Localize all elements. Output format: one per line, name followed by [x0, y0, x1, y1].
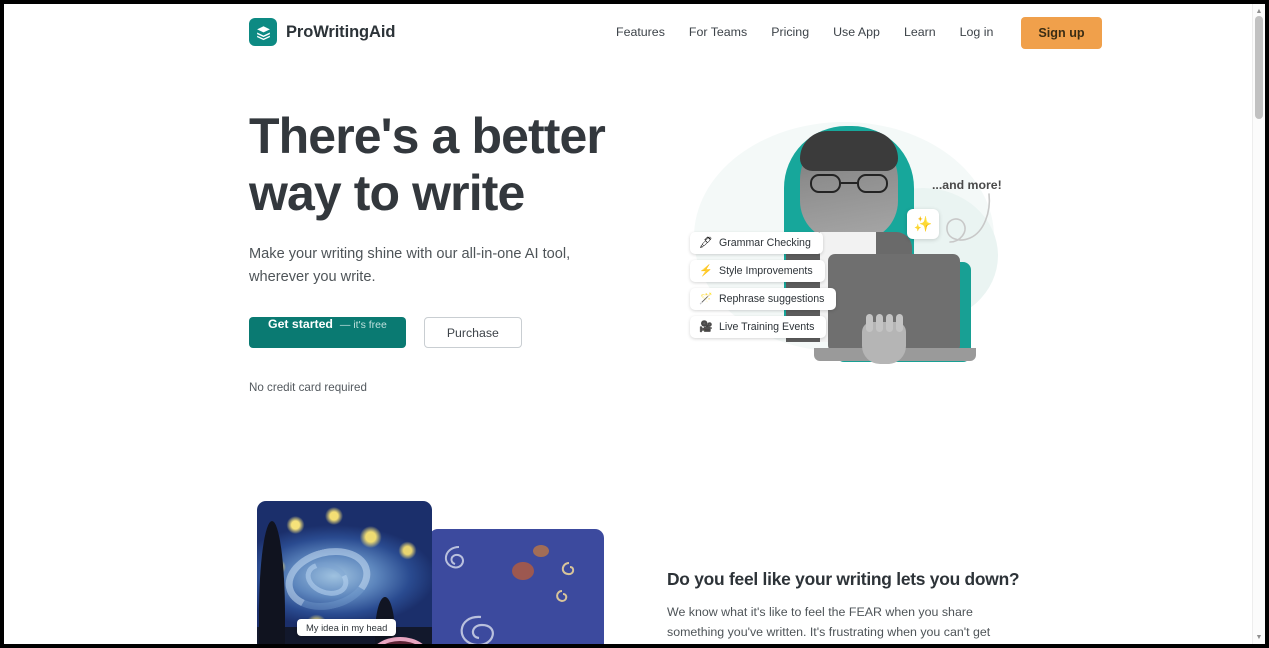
page-content: ProWritingAid Features For Teams Pricing…: [4, 4, 1252, 644]
glasses-icon: [810, 174, 888, 193]
feature-chip-style-improvements[interactable]: ⚡ Style Improvements: [690, 260, 825, 282]
get-started-label: Get started: [268, 317, 333, 331]
brand-name: ProWritingAid: [286, 22, 396, 41]
feature-chip-label: Style Improvements: [719, 265, 813, 277]
primary-nav: Features For Teams Pricing Use App Learn…: [604, 4, 1102, 61]
vertical-scrollbar[interactable]: ▲ ▼: [1252, 4, 1265, 644]
nav-link-features[interactable]: Features: [604, 26, 677, 39]
curved-loop-arrow-icon: [946, 193, 991, 243]
scroll-down-arrow-icon[interactable]: ▼: [1253, 631, 1265, 643]
section2-text-block: Do you feel like your writing lets you d…: [667, 569, 1020, 644]
get-started-button[interactable]: Get started — it's free: [249, 317, 406, 348]
get-started-note: — it's free: [339, 319, 387, 331]
nav-link-use-app[interactable]: Use App: [821, 26, 892, 39]
page-title: There's a better way to write: [249, 108, 606, 221]
magic-wand-icon: 🪄: [699, 292, 713, 305]
hero-cta-group: Get started — it's free Purchase: [249, 317, 629, 348]
no-credit-card-note: No credit card required: [249, 381, 367, 394]
hero-illustration: ✨ ...and more! 🖋 Grammar Checking ⚡ Styl…: [664, 104, 1024, 394]
feature-chip-grammar-checking[interactable]: 🖋 Grammar Checking: [690, 232, 823, 254]
feature-chip-rephrase-suggestions[interactable]: 🪄 Rephrase suggestions: [690, 288, 837, 310]
feature-chip-label: Rephrase suggestions: [719, 293, 825, 305]
feather-pen-icon: 🖋: [699, 236, 713, 249]
section2-illustration: My idea in my head: [249, 501, 604, 644]
person-hair: [800, 131, 898, 171]
sign-up-button[interactable]: Sign up: [1021, 16, 1102, 49]
book-pages-icon: [249, 18, 277, 46]
section2-body: We know what it's like to feel the FEAR …: [667, 605, 991, 639]
feature-chip-live-training-events[interactable]: 🎥 Live Training Events: [690, 316, 827, 338]
nav-link-pricing[interactable]: Pricing: [759, 26, 821, 39]
hero-subtitle: Make your writing shine with our all-in-…: [249, 246, 571, 285]
purchase-button[interactable]: Purchase: [423, 317, 522, 348]
nav-link-for-teams[interactable]: For Teams: [677, 26, 759, 39]
site-header: ProWritingAid Features For Teams Pricing…: [4, 4, 1252, 61]
section2-heading: Do you feel like your writing lets you d…: [667, 569, 1020, 589]
feature-chip-label: Grammar Checking: [719, 237, 811, 249]
brand-logo-link[interactable]: ProWritingAid: [249, 18, 395, 46]
nav-link-log-in[interactable]: Log in: [948, 26, 1006, 39]
image-caption: My idea in my head: [297, 619, 397, 636]
cypress-tree: [259, 521, 285, 644]
lightning-bolt-icon: ⚡: [699, 264, 713, 277]
and-more-annotation: ...and more!: [932, 178, 1002, 192]
feature-chip-label: Live Training Events: [719, 321, 815, 333]
scrollbar-thumb[interactable]: [1255, 16, 1263, 119]
hand: [862, 314, 906, 364]
nav-link-learn[interactable]: Learn: [892, 26, 948, 39]
browser-viewport: ProWritingAid Features For Teams Pricing…: [4, 4, 1265, 644]
feature-chip-list: 🖋 Grammar Checking ⚡ Style Improvements …: [690, 232, 837, 338]
film-camera-icon: 🎥: [699, 320, 713, 333]
blue-scribble-card: [429, 529, 604, 644]
hero-text-block: There's a better way to write Make your …: [249, 108, 629, 394]
